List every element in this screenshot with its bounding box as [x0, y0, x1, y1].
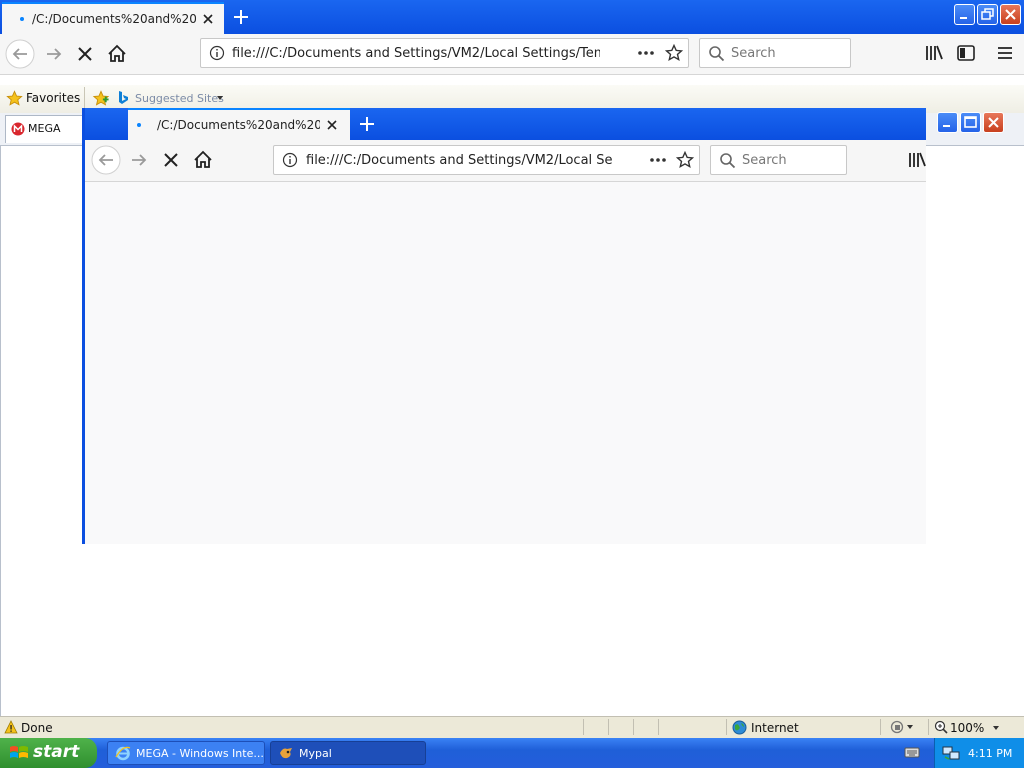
inner-close-window-button[interactable]	[983, 112, 1004, 133]
inner-bookmark-star-icon[interactable]	[676, 151, 694, 169]
bookmark-star-icon[interactable]	[665, 44, 683, 62]
internet-globe-icon	[732, 720, 747, 735]
inner-url-text: file:///C:/Documents and Settings/VM2/Lo…	[306, 153, 612, 168]
ie-tab-label: MEGA	[28, 122, 61, 135]
restore-button[interactable]	[977, 4, 998, 25]
close-window-button[interactable]	[1000, 4, 1021, 25]
status-separator	[726, 719, 727, 735]
outer-tab-title: /C:/Documents%20and%20Settings/VM2/Local…	[32, 12, 196, 26]
start-label: start	[33, 742, 80, 762]
library-icon[interactable]	[924, 44, 944, 62]
sidebar-icon[interactable]	[956, 44, 976, 62]
warning-icon	[4, 720, 18, 734]
inner-maximize-button[interactable]	[960, 112, 981, 133]
status-separator	[608, 719, 609, 735]
close-tab-icon[interactable]	[200, 11, 216, 27]
zoom-dropdown-icon[interactable]	[992, 724, 1000, 732]
status-separator	[880, 719, 881, 735]
minimize-button[interactable]	[954, 4, 975, 25]
status-separator	[583, 719, 584, 735]
inner-search-icon	[719, 152, 736, 169]
clock[interactable]: 4:11 PM	[968, 747, 1012, 760]
outer-search-box[interactable]: Search	[699, 38, 851, 68]
start-button[interactable]: start	[0, 738, 97, 768]
inner-back-button[interactable]	[91, 145, 121, 175]
info-icon[interactable]	[209, 45, 225, 61]
taskbar-item-ie[interactable]: MEGA - Windows Inte...	[107, 741, 265, 765]
keyboard-icon[interactable]	[904, 745, 920, 759]
status-separator	[658, 719, 659, 735]
ie-status-bar	[0, 716, 1024, 738]
outer-url-text: file:///C:/Documents and Settings/VM2/Lo…	[232, 46, 600, 61]
inner-loading-dot-icon	[137, 123, 141, 127]
inner-page-actions-icon[interactable]	[648, 152, 668, 168]
inner-forward-button[interactable]	[124, 145, 154, 175]
taskbar-item-mypal-label: Mypal	[299, 747, 332, 760]
taskbar-item-mypal[interactable]: Mypal	[270, 741, 426, 765]
inner-active-tab[interactable]: /C:/Documents%20and%20Settings/VM2/Local…	[128, 108, 350, 140]
favorites-divider	[84, 87, 85, 109]
inner-search-box[interactable]: Search	[710, 145, 847, 175]
forward-button[interactable]	[39, 39, 69, 69]
back-button[interactable]	[5, 39, 35, 69]
network-icon[interactable]	[942, 745, 960, 761]
loading-dot-icon	[20, 17, 24, 21]
zoom-icon[interactable]	[934, 720, 948, 734]
stop-button[interactable]	[70, 39, 100, 69]
taskbar-item-ie-label: MEGA - Windows Inte...	[136, 747, 264, 760]
inner-close-tab-icon[interactable]	[324, 117, 340, 133]
inner-home-button[interactable]	[188, 145, 218, 175]
bing-icon	[117, 90, 129, 106]
outer-active-tab[interactable]: /C:/Documents%20and%20Settings/VM2/Local…	[2, 2, 224, 34]
outer-search-placeholder: Search	[731, 46, 776, 61]
outer-url-bar[interactable]: file:///C:/Documents and Settings/VM2/Lo…	[200, 38, 689, 68]
zoom-level[interactable]: 100%	[950, 721, 984, 735]
suggested-sites-link[interactable]: Suggested Sites	[135, 92, 224, 105]
inner-search-placeholder: Search	[742, 153, 787, 168]
inner-tab-title: /C:/Documents%20and%20Settings/VM2/Local…	[157, 118, 320, 132]
add-to-favorites-icon[interactable]	[92, 90, 110, 107]
inner-new-tab-button[interactable]	[352, 109, 382, 139]
ie-tab-mega[interactable]: MEGA	[5, 115, 83, 143]
favorites-button[interactable]: Favorites	[26, 91, 80, 105]
mypal-logo-icon	[278, 745, 294, 761]
status-text: Done	[21, 721, 53, 735]
status-separator	[928, 719, 929, 735]
favorites-star-icon	[6, 90, 23, 107]
windows-logo-icon	[9, 744, 29, 762]
inner-stop-button[interactable]	[156, 145, 186, 175]
inner-library-icon[interactable]	[907, 151, 926, 169]
inner-minimize-button[interactable]	[937, 112, 958, 133]
new-tab-button[interactable]	[226, 2, 256, 32]
security-zone-label: Internet	[751, 721, 799, 735]
page-actions-icon[interactable]	[636, 45, 656, 61]
suggested-sites-dropdown-icon[interactable]	[216, 94, 224, 102]
ie-content-border	[0, 146, 1, 716]
protected-mode-icon[interactable]	[890, 720, 914, 734]
mega-icon	[11, 122, 25, 136]
inner-info-icon[interactable]	[282, 152, 298, 168]
home-button[interactable]	[102, 39, 132, 69]
inner-url-bar[interactable]: file:///C:/Documents and Settings/VM2/Lo…	[273, 145, 700, 175]
hamburger-menu-icon[interactable]	[996, 44, 1014, 62]
status-separator	[633, 719, 634, 735]
ie-logo-icon	[115, 745, 131, 761]
search-icon	[708, 45, 725, 62]
